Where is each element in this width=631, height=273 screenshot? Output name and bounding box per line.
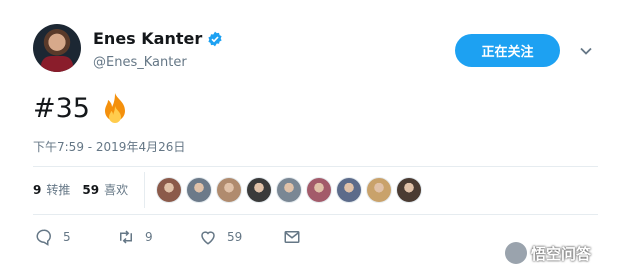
- tweet-text-content: #35: [33, 92, 90, 124]
- like-stat[interactable]: 59 喜欢: [82, 181, 128, 198]
- liker-avatar[interactable]: [156, 177, 182, 203]
- tweet-stats: 9 转推 59 喜欢: [33, 181, 140, 198]
- user-handle[interactable]: @Enes_Kanter: [93, 55, 187, 70]
- display-name[interactable]: Enes Kanter: [93, 29, 202, 48]
- liker-avatar[interactable]: [216, 177, 242, 203]
- divider: [33, 214, 598, 215]
- user-name-row[interactable]: Enes Kanter: [93, 29, 223, 48]
- user-avatar[interactable]: [33, 24, 81, 72]
- retweet-action-count: 9: [145, 230, 153, 244]
- liker-avatar[interactable]: [246, 177, 272, 203]
- reply-button[interactable]: 5: [35, 228, 117, 246]
- like-count: 59: [82, 182, 100, 197]
- reply-icon: [36, 229, 52, 246]
- watermark: 悟空问答: [505, 242, 591, 264]
- liker-avatar[interactable]: [336, 177, 362, 203]
- like-label: 喜欢: [104, 183, 129, 197]
- verified-badge-icon: [208, 31, 222, 46]
- mail-icon: [284, 231, 300, 243]
- liker-avatar[interactable]: [276, 177, 302, 203]
- tweet-text: #35: [33, 92, 130, 124]
- like-button[interactable]: 59: [199, 228, 283, 246]
- fire-icon: [104, 93, 125, 123]
- stat-divider: [144, 172, 145, 208]
- watermark-text: 悟空问答: [531, 244, 592, 263]
- retweet-label: 转推: [46, 183, 71, 197]
- retweet-icon: [120, 230, 132, 244]
- retweet-stat[interactable]: 9 转推: [33, 181, 70, 198]
- like-action-count: 59: [227, 230, 243, 244]
- reply-count: 5: [63, 230, 71, 244]
- divider: [33, 166, 598, 167]
- liker-avatar[interactable]: [366, 177, 392, 203]
- watermark-logo-icon: [505, 242, 527, 264]
- heart-icon: [201, 231, 215, 245]
- tweet-actions: 5 9 59: [35, 228, 311, 246]
- tweet-timestamp[interactable]: 下午7:59 - 2019年4月26日: [33, 138, 185, 155]
- liker-avatar[interactable]: [396, 177, 422, 203]
- chevron-down-icon[interactable]: [579, 44, 593, 58]
- liker-avatar[interactable]: [186, 177, 212, 203]
- following-button[interactable]: 正在关注: [455, 34, 560, 67]
- retweet-button[interactable]: 9: [117, 228, 199, 246]
- retweet-count: 9: [33, 182, 42, 197]
- liker-avatars: [156, 177, 426, 203]
- liker-avatar[interactable]: [306, 177, 332, 203]
- direct-message-button[interactable]: [283, 228, 311, 246]
